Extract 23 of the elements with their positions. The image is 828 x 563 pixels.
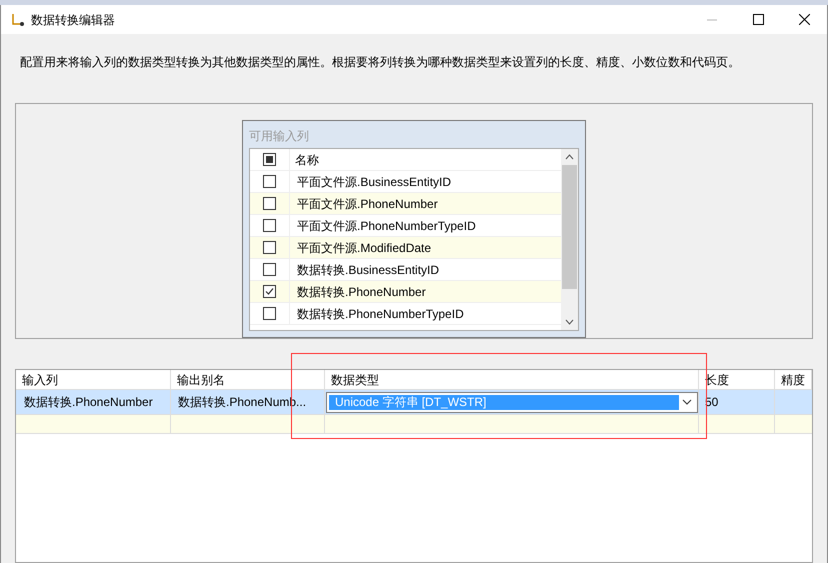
app-icon [11, 12, 25, 26]
checkbox[interactable] [263, 219, 276, 232]
group-title: 可用输入列 [249, 128, 310, 145]
scroll-thumb[interactable] [562, 165, 577, 289]
grid-column-header[interactable]: 输入列 [16, 370, 171, 389]
checkbox[interactable] [263, 263, 276, 276]
checkbox[interactable] [263, 241, 276, 254]
checkbox[interactable] [263, 307, 276, 320]
checkbox[interactable] [263, 175, 276, 188]
column-name[interactable]: 数据转换.BusinessEntityID [290, 259, 561, 280]
checkbox[interactable] [263, 153, 276, 166]
description-text: 配置用来将输入列的数据类型转换为其他数据类型的属性。根据要将列转换为哪种数据类型来设置列的长度、精度、小数位数和代码页。 [19, 54, 741, 71]
checkbox[interactable] [263, 197, 276, 210]
column-name[interactable]: 平面文件源.BusinessEntityID [290, 171, 561, 192]
grid-column-header[interactable]: 输出别名 [171, 370, 325, 389]
column-header[interactable]: 名称 [290, 149, 561, 170]
window-title: 数据转换编辑器 [31, 12, 115, 28]
grid-column-header[interactable]: 数据类型 [325, 370, 699, 389]
checkbox[interactable] [263, 285, 276, 298]
column-name[interactable]: 平面文件源.PhoneNumberTypeID [290, 215, 561, 236]
column-name[interactable]: 数据转换.PhoneNumberTypeID [290, 303, 561, 324]
scrollbar[interactable] [561, 149, 578, 330]
grid-column-header[interactable]: 精度 [775, 370, 812, 389]
